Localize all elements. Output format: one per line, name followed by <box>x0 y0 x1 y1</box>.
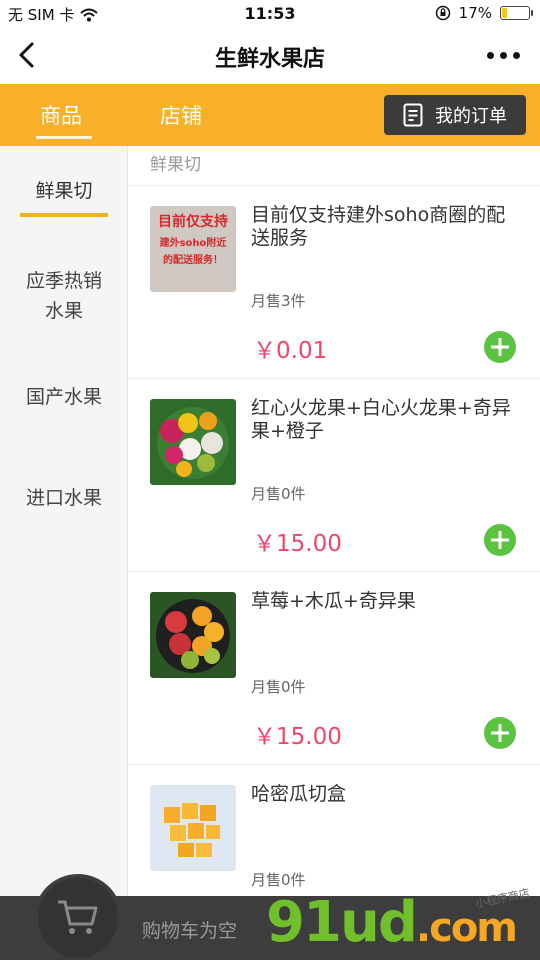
product-name: 红心火龙果+白心火龙果+奇异果+橙子 <box>251 397 511 442</box>
product-name: 草莓+木瓜+奇异果 <box>251 590 416 612</box>
product-thumbnail <box>150 785 236 871</box>
order-list-icon <box>403 103 423 127</box>
battery-percent: 17% <box>458 4 492 22</box>
product-name: 哈密瓜切盒 <box>251 783 347 805</box>
product-item[interactable]: 草莓+木瓜+奇异果 月售0件 ￥15.00 <box>128 572 540 765</box>
battery-icon <box>500 6 533 20</box>
product-item[interactable]: 目前仅支持 建外soho附近 的配送服务！ 目前仅支持建外soho商圈的配送服务… <box>128 186 540 379</box>
product-sales: 月售0件 <box>251 678 306 696</box>
watermark-suffix: .com <box>415 905 518 951</box>
add-to-cart-button[interactable] <box>484 717 516 749</box>
cart-bar: 购物车为空 91ud.com 小程序商店 <box>0 874 540 960</box>
product-thumbnail <box>150 592 236 678</box>
status-bar: 无 SIM 卡 11:53 17% <box>0 0 540 28</box>
rotation-lock-icon <box>435 5 450 21</box>
tab-shop[interactable]: 店铺 <box>160 100 202 130</box>
my-orders-label: 我的订单 <box>435 106 507 127</box>
section-header: 鲜果切 <box>128 146 540 186</box>
category-item-seasonal[interactable]: 应季热销 水果 <box>0 266 128 326</box>
thumb-text-2: 建外soho附近 <box>159 236 227 249</box>
product-price: ￥15.00 <box>253 724 342 750</box>
category-item-fresh-cut[interactable]: 鲜果切 <box>0 176 128 206</box>
product-sales: 月售3件 <box>251 292 306 310</box>
category-item-domestic[interactable]: 国产水果 <box>0 382 128 412</box>
active-tab-indicator <box>36 136 92 139</box>
watermark-brand: 91ud <box>266 890 418 955</box>
product-price: ￥0.01 <box>253 338 328 364</box>
product-thumbnail <box>150 399 236 485</box>
tab-goods[interactable]: 商品 <box>40 100 82 130</box>
category-item-imported[interactable]: 进口水果 <box>0 483 128 513</box>
category-sidebar: 鲜果切 应季热销 水果 国产水果 进口水果 <box>0 146 128 960</box>
thumb-text-1: 目前仅支持 <box>158 213 228 230</box>
navigation-bar: 生鲜水果店 <box>0 28 540 84</box>
product-sales: 月售0件 <box>251 871 306 889</box>
shopping-cart-icon <box>58 900 98 934</box>
cart-button[interactable] <box>34 874 122 960</box>
add-to-cart-button[interactable] <box>484 331 516 363</box>
add-to-cart-button[interactable] <box>484 524 516 556</box>
battery-fill <box>502 8 507 18</box>
product-thumbnail: 目前仅支持 建外soho附近 的配送服务！ <box>150 206 236 292</box>
status-right: 17% <box>435 4 533 22</box>
product-item[interactable]: 哈密瓜切盒 月售0件 <box>128 765 540 896</box>
my-orders-button[interactable]: 我的订单 <box>384 95 526 135</box>
product-name: 目前仅支持建外soho商圈的配送服务 <box>251 204 506 249</box>
category-active-indicator <box>20 213 108 217</box>
product-item[interactable]: 红心火龙果+白心火龙果+奇异果+橙子 月售0件 ￥15.00 <box>128 379 540 572</box>
product-list[interactable]: 鲜果切 目前仅支持 建外soho附近 的配送服务！ 目前仅支持建外soho商圈的… <box>128 146 540 896</box>
thumb-text-3: 的配送服务！ <box>163 253 223 266</box>
cart-empty-text: 购物车为空 <box>142 920 238 942</box>
page-title: 生鲜水果店 <box>214 47 325 72</box>
store-tab-bar: 商品 店铺 我的订单 <box>0 84 540 146</box>
more-menu-icon[interactable] <box>487 52 520 59</box>
product-sales: 月售0件 <box>251 485 306 503</box>
product-price: ￥15.00 <box>253 531 342 557</box>
